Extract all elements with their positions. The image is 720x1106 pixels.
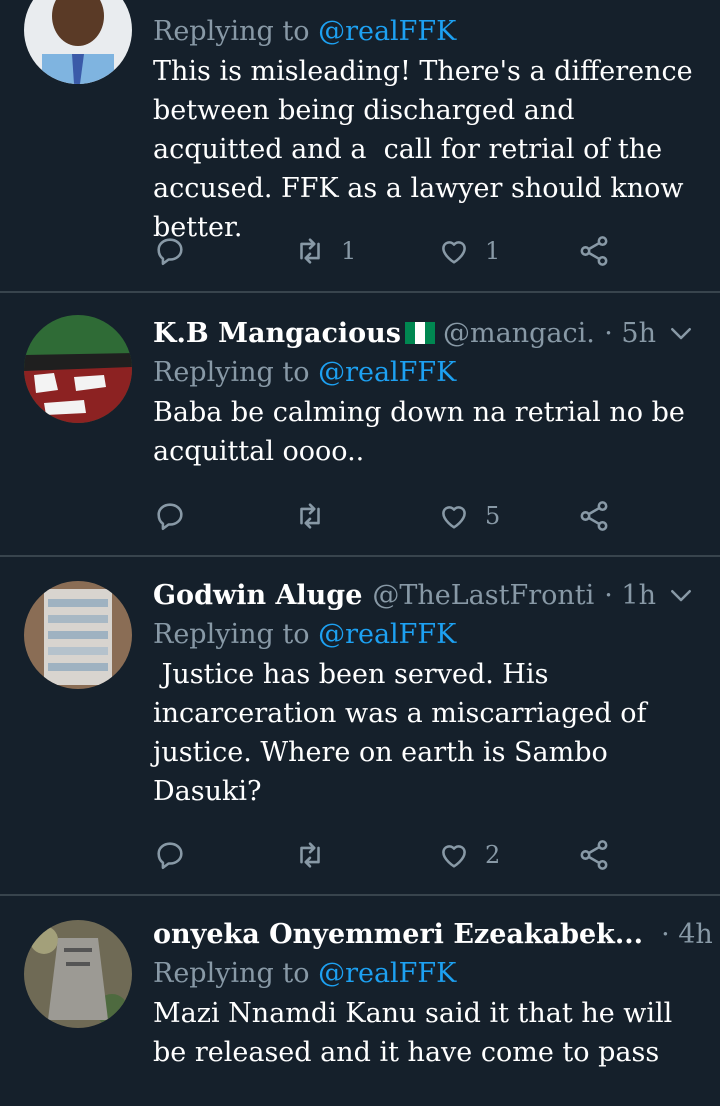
share-icon [580,840,608,870]
tweet-3[interactable]: Godwin Aluge @TheLastFronti... · 1h Repl… [0,557,720,894]
avatar[interactable] [24,315,132,423]
like-button[interactable]: 2 [437,835,500,875]
retweet-button[interactable]: 1 [293,231,356,271]
timestamp[interactable]: · 5h [604,318,656,349]
reply-button[interactable] [153,496,201,536]
tweet-text: This is misleading! There's a difference… [153,56,702,243]
like-button[interactable]: 5 [437,496,500,536]
tweet-header: onyeka Onyemmeri Ezeakabek... · 4h [153,914,713,954]
user-handle[interactable]: @mangaci... [443,318,596,349]
reply-icon [157,842,183,870]
like-icon [442,506,466,529]
mention-link[interactable]: @realFFK [318,958,456,989]
chevron-down-icon[interactable] [666,318,696,348]
replying-to: Replying to @realFFK [153,357,457,388]
tweet-4[interactable]: onyeka Onyemmeri Ezeakabek... · 4h Reply… [0,896,720,1106]
share-button[interactable] [577,496,611,536]
tweet-header: Godwin Aluge @TheLastFronti... · 1h [153,575,696,615]
tweet-text: Baba be calming down na retrial no be ac… [153,397,694,467]
display-name[interactable]: onyeka Onyemmeri Ezeakabek... [153,919,643,950]
avatar[interactable] [24,581,132,689]
tweet-text: Mazi Nnamdi Kanu said it that he will be… [153,998,681,1068]
display-name[interactable]: Godwin Aluge [153,580,362,611]
like-icon [442,241,466,264]
display-name[interactable]: K.B Mangacious [153,318,401,349]
like-icon [442,845,466,868]
user-handle[interactable]: @TheLastFronti... [372,580,596,611]
retweet-button[interactable] [293,496,341,536]
replying-to: Replying to @realFFK [153,16,457,47]
avatar[interactable] [24,0,132,84]
tweet-1[interactable]: Replying to @realFFK This is misleading!… [0,0,720,292]
retweet-icon [300,238,320,264]
mention-link[interactable]: @realFFK [318,16,456,47]
avatar[interactable] [24,920,132,1028]
retweet-icon [300,842,320,868]
mention-link[interactable]: @realFFK [318,357,456,388]
share-icon [580,501,608,531]
nigeria-flag-icon [405,322,436,344]
share-button[interactable] [577,231,611,271]
chevron-down-icon[interactable] [666,580,696,610]
replying-to: Replying to @realFFK [153,958,457,989]
timestamp[interactable]: · 1h [604,580,656,611]
reply-button[interactable] [153,231,201,271]
timestamp[interactable]: · 4h [661,919,713,950]
tweet-text: Justice has been served. His incarcerati… [153,659,656,807]
retweet-icon [300,503,320,529]
share-icon [580,236,608,266]
tweet-2[interactable]: K.B Mangacious @mangaci... · 5h Replying… [0,293,720,555]
reply-icon [157,238,183,266]
mention-link[interactable]: @realFFK [318,619,456,650]
replying-to: Replying to @realFFK [153,619,457,650]
like-button[interactable]: 1 [437,231,500,271]
retweet-button[interactable] [293,835,341,875]
reply-icon [157,503,183,531]
reply-button[interactable] [153,835,201,875]
share-button[interactable] [577,835,611,875]
tweet-header: K.B Mangacious @mangaci... · 5h [153,313,696,353]
